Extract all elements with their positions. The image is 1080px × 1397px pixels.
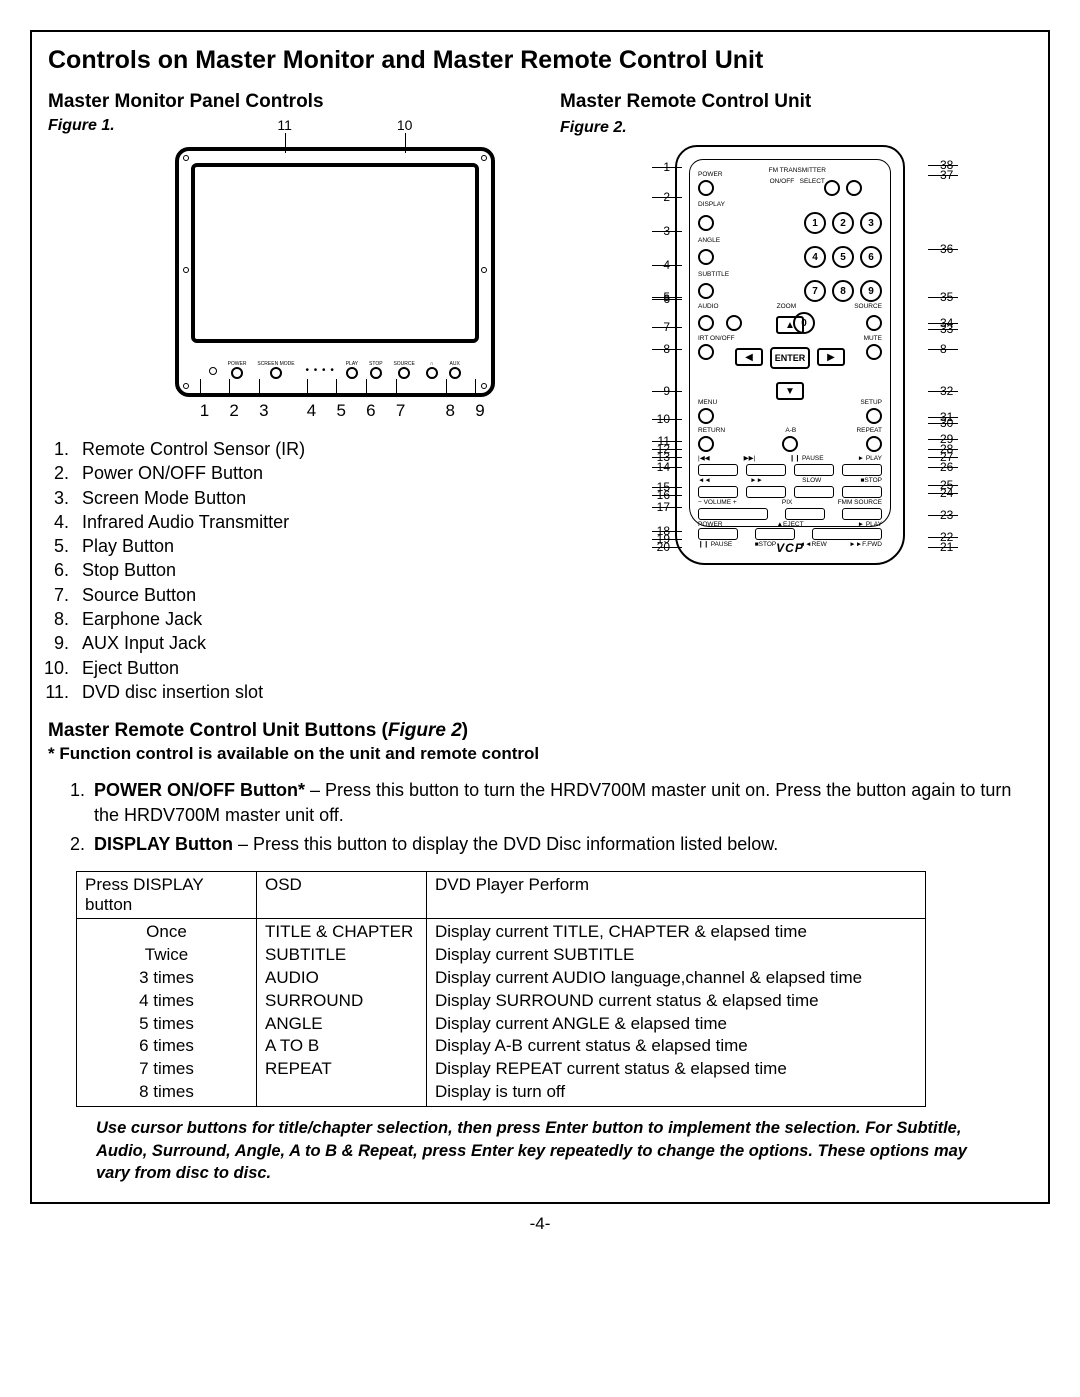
monitor-controls-list: Remote Control Sensor (IR) Power ON/OFF … (52, 437, 520, 704)
display-table: Press DISPLAY button OSD DVD Player Perf… (76, 871, 926, 1108)
dpad: ▲ ◀ ▶ ▼ ENTER (735, 322, 845, 394)
monitor-button-row: POWER SCREEN MODE • • • • PLAY STOP SOUR… (209, 362, 461, 379)
list-item: Power ON/OFF Button (74, 461, 520, 485)
list-item: Infrared Audio Transmitter (74, 510, 520, 534)
monitor-figure: 11 10 POWER (155, 117, 515, 427)
callout-11: 11 (277, 117, 292, 133)
list-item: Eject Button (74, 656, 520, 680)
list-item: Stop Button (74, 558, 520, 582)
list-item: Remote Control Sensor (IR) (74, 437, 520, 461)
remote-figure: POWER FM TRANSMITTER ON/OFF SELECT (580, 137, 1030, 577)
monitor-outer: POWER SCREEN MODE • • • • PLAY STOP SOUR… (175, 147, 495, 397)
right-column: Master Remote Control Unit Figure 2. POW… (560, 85, 1032, 704)
remote-button-desc-list: POWER ON/OFF Button* – Press this button… (70, 778, 1032, 856)
list-item: AUX Input Jack (74, 631, 520, 655)
monitor-heading: Master Monitor Panel Controls (48, 91, 520, 113)
remote-heading: Master Remote Control Unit (560, 91, 1032, 113)
list-item: Source Button (74, 583, 520, 607)
list-item: Screen Mode Button (74, 486, 520, 510)
monitor-screen (191, 163, 479, 343)
page-number: -4- (30, 1214, 1050, 1234)
page-title: Controls on Master Monitor and Master Re… (48, 46, 1032, 75)
two-columns: Master Monitor Panel Controls Figure 1. … (48, 85, 1032, 704)
list-item: Play Button (74, 534, 520, 558)
list-item: DVD disc insertion slot (74, 680, 520, 704)
left-column: Master Monitor Panel Controls Figure 1. … (48, 85, 520, 704)
figure1-label: Figure 1. (48, 117, 115, 135)
list-item: POWER ON/OFF Button* – Press this button… (90, 778, 1032, 828)
vcp-label: VCP (677, 541, 903, 555)
list-item: Earphone Jack (74, 607, 520, 631)
remote-buttons-heading: Master Remote Control Unit Buttons (Figu… (48, 720, 1032, 742)
callout-10: 10 (397, 117, 413, 133)
page-frame: Controls on Master Monitor and Master Re… (30, 30, 1050, 1204)
list-item: DISPLAY Button – Press this button to di… (90, 832, 1032, 857)
remote-panel: POWER FM TRANSMITTER ON/OFF SELECT (689, 159, 891, 527)
remote-body: POWER FM TRANSMITTER ON/OFF SELECT (675, 145, 905, 565)
footnote: Use cursor buttons for title/chapter sel… (96, 1117, 976, 1184)
function-note: * Function control is available on the u… (48, 744, 1032, 764)
figure2-label: Figure 2. (560, 119, 627, 136)
